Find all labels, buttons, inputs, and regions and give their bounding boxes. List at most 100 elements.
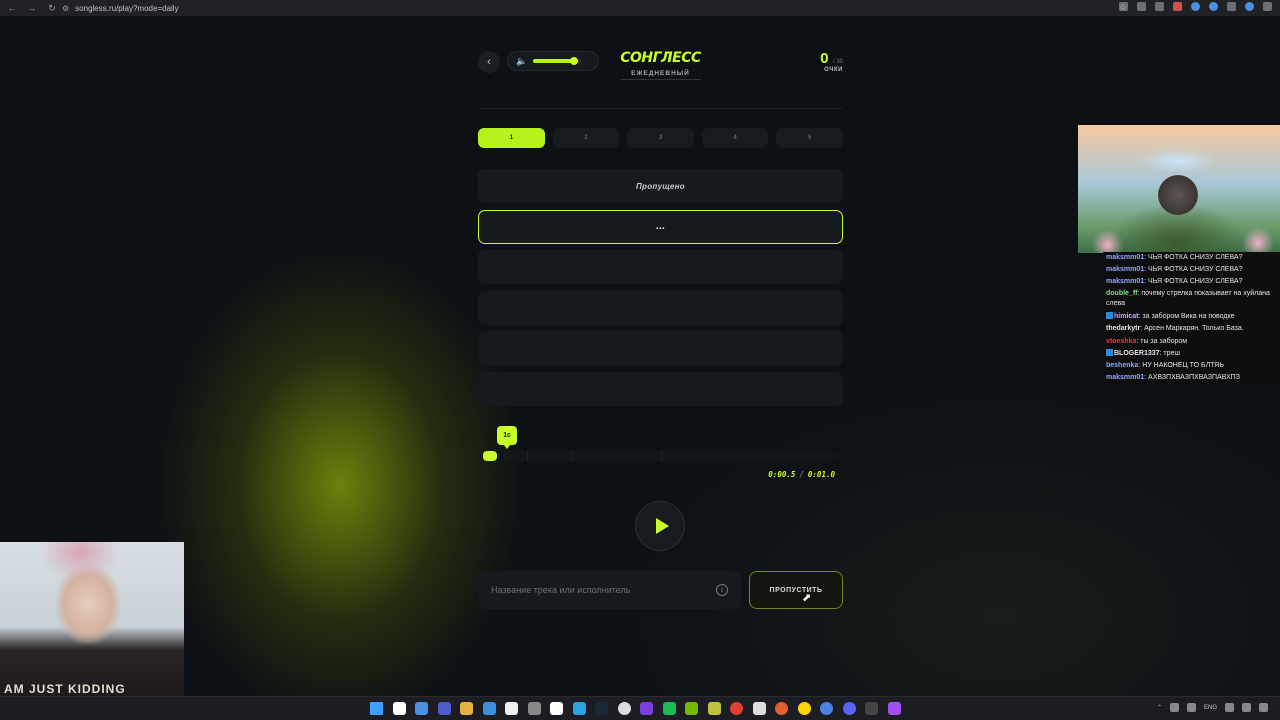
system-tray: ⌃ ENG: [1157, 703, 1268, 712]
stream-chat: maksmm01: ЧЬЯ ФОТКА СНИЗУ СЛЕВА? maksmm01…: [1103, 252, 1280, 384]
extension-icon[interactable]: [1173, 2, 1182, 11]
chat-username[interactable]: vtoeshka: [1106, 338, 1136, 345]
attempt-step: 5: [776, 128, 843, 148]
chat-message: himicat: за забором Вика на поводке: [1106, 311, 1277, 323]
chat-message: beshenka: НУ НАКОНЕЦ ТО БЛТЯЬ: [1106, 360, 1277, 372]
terminal-icon[interactable]: [437, 702, 451, 715]
progress-segment-marker: [527, 451, 529, 461]
volume-icon[interactable]: [1242, 703, 1251, 712]
extension-icon[interactable]: [1155, 2, 1164, 11]
battery-icon[interactable]: [1259, 703, 1268, 712]
skip-button[interactable]: ПРОПУСТИТЬ: [749, 571, 843, 609]
guess-slot: Пропущено: [478, 169, 843, 203]
chat-message: double_ff: почему стрелка показывает на …: [1106, 289, 1277, 312]
shirt-text: AM JUST KIDDING: [4, 682, 126, 696]
guess-slot-current: ...: [478, 209, 843, 244]
language-indicator[interactable]: ENG: [1204, 705, 1217, 711]
spotify-icon[interactable]: [662, 702, 676, 715]
search-input[interactable]: [478, 571, 741, 609]
extension-icon[interactable]: [1209, 2, 1218, 11]
calendar-icon[interactable]: [550, 702, 563, 715]
progress-segment-marker: [571, 451, 573, 461]
extension-icon[interactable]: [1245, 2, 1254, 11]
extension-icon[interactable]: [1263, 2, 1272, 11]
forward-icon[interactable]: →: [26, 3, 38, 14]
reload-icon[interactable]: ↻: [46, 3, 58, 14]
notion-icon[interactable]: [865, 702, 878, 715]
chat-text: ты за забором: [1140, 337, 1188, 345]
obs-icon[interactable]: [640, 702, 653, 715]
progress-segment-marker: [505, 451, 507, 461]
chat-message: maksmm01: ЧЬЯ ФОТКА СНИЗУ СЛЕВА?: [1106, 276, 1277, 288]
stream-overlay-image: [1078, 125, 1280, 253]
address-bar[interactable]: ⚙ songless.ru/play?mode=daily: [62, 4, 179, 13]
browser-icon[interactable]: [820, 702, 833, 715]
chat-username[interactable]: maksmm01: [1106, 374, 1144, 381]
guess-slot: [478, 371, 843, 406]
play-button[interactable]: [635, 501, 685, 551]
attempt-step: 2: [552, 128, 620, 148]
game-header: ‹ 🔈 СОНГЛЕСС ЕЖЕДНЕВНЫЙ 0 / 30 ОЧКИ: [478, 50, 843, 94]
chat-text: Арсен Маркарян. Только База.: [1144, 325, 1244, 333]
play-icon: [655, 518, 669, 534]
game-icon[interactable]: [707, 702, 721, 715]
app-icon[interactable]: [887, 702, 901, 715]
chat-username[interactable]: himicat: [1114, 313, 1139, 320]
chat-username[interactable]: beshenka: [1106, 362, 1138, 369]
progress-segment-marker: [660, 451, 662, 461]
attempt-step: 4: [701, 128, 769, 148]
telegram-icon[interactable]: [572, 702, 586, 715]
search-field: i: [478, 571, 741, 609]
notes-icon[interactable]: [527, 702, 541, 715]
explorer-icon[interactable]: [415, 702, 428, 715]
extension-icon[interactable]: [1227, 2, 1236, 11]
time-display: 0:00.5/0:01.0: [768, 470, 835, 479]
taskbar: ⌃ ENG: [0, 696, 1280, 720]
chatgpt-icon[interactable]: [617, 702, 631, 715]
chat-text: треш: [1163, 349, 1181, 357]
info-icon[interactable]: i: [716, 584, 728, 596]
webcam-overlay: AM JUST KIDDING: [0, 542, 184, 696]
search-icon[interactable]: [392, 702, 406, 715]
tray-icon[interactable]: [1169, 703, 1179, 712]
nvidia-icon[interactable]: [685, 702, 698, 715]
epic-icon[interactable]: [752, 702, 766, 715]
chat-text: за забором Вика на поводке: [1142, 313, 1235, 321]
windows-start-icon[interactable]: [370, 702, 383, 715]
chat-username[interactable]: BLOGER1337: [1114, 350, 1160, 357]
steam-icon[interactable]: [595, 702, 608, 715]
score-value: 0: [820, 50, 829, 67]
chat-message: maksmm01: ЧЬЯ ФОТКА СНИЗУ СЛЕВА?: [1106, 252, 1277, 264]
brave-icon[interactable]: [775, 702, 788, 715]
chat-username[interactable]: maksmm01: [1106, 254, 1144, 261]
chat-username[interactable]: maksmm01: [1106, 278, 1144, 285]
tray-chevron-icon[interactable]: ⌃: [1157, 704, 1162, 711]
chrome-icon[interactable]: [730, 702, 743, 715]
bookmark-star-icon[interactable]: ☆: [1119, 2, 1128, 12]
chat-username[interactable]: thedarkytr: [1106, 325, 1140, 332]
answer-row: i ПРОПУСТИТЬ: [478, 571, 843, 609]
tray-icon[interactable]: [1186, 703, 1196, 712]
chat-message: thedarkytr: Арсен Маркарян. Только База.: [1106, 323, 1277, 335]
progress-bar[interactable]: [483, 451, 838, 461]
chat-username[interactable]: double_ff: [1106, 290, 1138, 297]
wifi-icon[interactable]: [1225, 703, 1234, 712]
discord-icon[interactable]: [842, 702, 856, 715]
progress-played: [483, 451, 498, 461]
music-icon[interactable]: [505, 702, 518, 715]
extension-icon[interactable]: [1191, 2, 1200, 11]
mail-icon[interactable]: [482, 702, 496, 715]
back-icon[interactable]: ←: [6, 3, 18, 14]
site-settings-icon[interactable]: ⚙: [62, 4, 69, 13]
yandex-icon[interactable]: [797, 702, 811, 715]
chat-username[interactable]: maksmm01: [1106, 266, 1144, 273]
attempt-step: 3: [627, 128, 694, 148]
game-panel: ‹ 🔈 СОНГЛЕСС ЕЖЕДНЕВНЫЙ 0 / 30 ОЧКИ 12 3…: [478, 50, 843, 609]
browser-extensions: ☆: [1119, 2, 1272, 12]
folder-icon[interactable]: [460, 702, 473, 715]
extension-icon[interactable]: [1137, 2, 1146, 11]
browser-toolbar: ← → ↻ ⚙ songless.ru/play?mode=daily ☆: [0, 0, 1280, 16]
logo-underline: [620, 79, 701, 80]
chat-text: ЧЬЯ ФОТКА СНИЗУ СЛЕВА?: [1148, 266, 1243, 274]
time-current: 0:00.5: [768, 470, 796, 479]
